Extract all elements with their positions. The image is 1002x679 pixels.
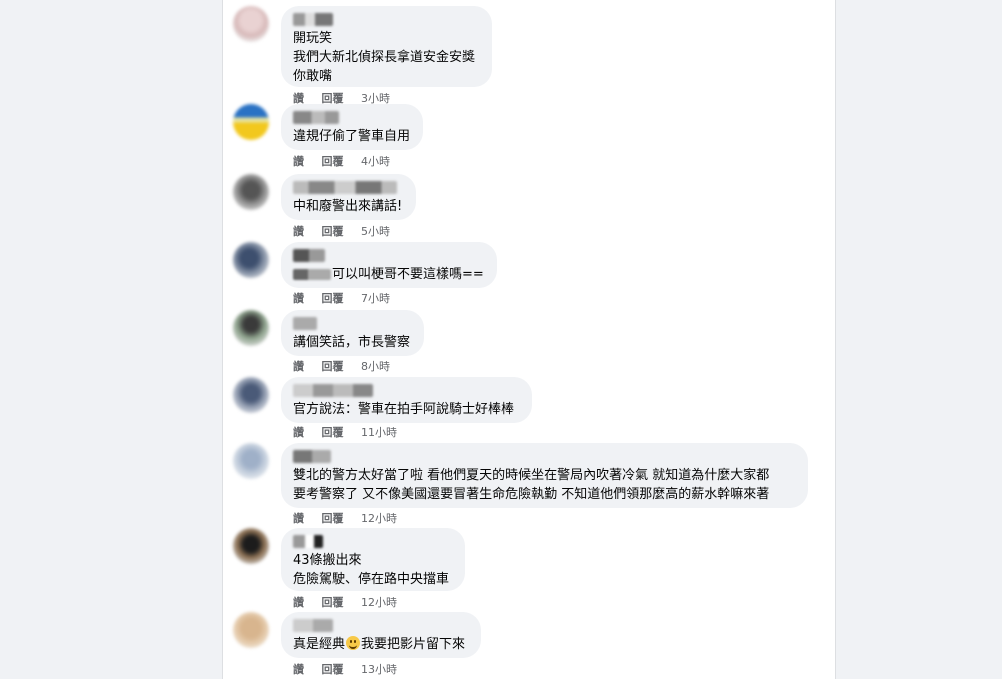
comment-text-line: 真是經典 我要把影片留下來 bbox=[293, 635, 469, 654]
comment-actions: 讚 回覆 11小時 bbox=[293, 424, 411, 440]
comment-actions: 讚 回覆 5小時 bbox=[293, 223, 404, 239]
comment-bubble: 真是經典 我要把影片留下來 bbox=[281, 612, 481, 658]
comment-actions: 讚 回覆 4小時 bbox=[293, 153, 404, 169]
like-button[interactable]: 讚 bbox=[293, 225, 304, 238]
comment-actions: 讚 回覆 8小時 bbox=[293, 358, 404, 374]
mentioned-name[interactable] bbox=[293, 269, 331, 280]
comment-actions: 讚 回覆 7小時 bbox=[293, 290, 404, 306]
like-button[interactable]: 讚 bbox=[293, 596, 304, 609]
avatar[interactable] bbox=[233, 443, 269, 479]
like-button[interactable]: 讚 bbox=[293, 663, 304, 676]
comments-panel: 開玩笑 我們大新北偵探長拿道安金安獎 你敢嘴 讚 回覆 3小時 違規仔偷了警車自… bbox=[222, 0, 836, 679]
comment-text: 你敢嘴 bbox=[293, 69, 333, 84]
comment-actions: 讚 回覆 12小時 bbox=[293, 594, 411, 610]
comment-bubble: 官方說法：警車在拍手阿說騎士好棒棒 bbox=[281, 377, 532, 423]
reply-button[interactable]: 回覆 bbox=[322, 512, 344, 525]
comment-bubble: 可以叫梗哥不要這樣嗎== bbox=[281, 242, 497, 288]
comment-time[interactable]: 5小時 bbox=[361, 225, 390, 238]
commenter-name[interactable] bbox=[293, 111, 339, 124]
reply-button[interactable]: 回覆 bbox=[322, 426, 344, 439]
comment-time[interactable]: 11小時 bbox=[361, 426, 397, 439]
comment-time[interactable]: 7小時 bbox=[361, 292, 390, 305]
comment-text: 官方說法：警車在拍手阿說騎士好棒棒 bbox=[293, 402, 515, 417]
reply-button[interactable]: 回覆 bbox=[322, 663, 344, 676]
commenter-name[interactable] bbox=[293, 317, 317, 330]
comment-text: 我們大新北偵探長拿道安金安獎 bbox=[293, 50, 476, 65]
commenter-name[interactable] bbox=[293, 619, 333, 632]
comment-text: 要考警察了 又不像美國還要冒著生命危險執勤 不知道他們領那麼高的薪水幹嘛來著 bbox=[293, 487, 770, 502]
commenter-name[interactable] bbox=[293, 535, 323, 548]
like-button[interactable]: 讚 bbox=[293, 426, 304, 439]
comment-time[interactable]: 13小時 bbox=[361, 663, 397, 676]
avatar[interactable] bbox=[233, 104, 269, 140]
avatar[interactable] bbox=[233, 377, 269, 413]
commenter-name[interactable] bbox=[293, 181, 397, 194]
comment-text: 雙北的警方太好當了啦 看他們夏天的時候坐在警局內吹著冷氣 就知道為什麼大家都 bbox=[293, 468, 770, 483]
avatar[interactable] bbox=[233, 310, 269, 346]
comment-text: 我要把影片留下來 bbox=[361, 637, 466, 652]
commenter-name[interactable] bbox=[293, 384, 373, 397]
like-button[interactable]: 讚 bbox=[293, 155, 304, 168]
reply-button[interactable]: 回覆 bbox=[322, 360, 344, 373]
reply-button[interactable]: 回覆 bbox=[322, 292, 344, 305]
comment-time[interactable]: 12小時 bbox=[361, 512, 397, 525]
avatar[interactable] bbox=[233, 174, 269, 210]
comment-bubble: 中和廢警出來講話! bbox=[281, 174, 416, 220]
like-button[interactable]: 讚 bbox=[293, 360, 304, 373]
comment-text-line: 可以叫梗哥不要這樣嗎== bbox=[293, 265, 485, 284]
comment-text: 43條搬出來 bbox=[293, 553, 362, 568]
comment-actions: 讚 回覆 13小時 bbox=[293, 661, 411, 677]
reply-button[interactable]: 回覆 bbox=[322, 155, 344, 168]
comment-bubble: 雙北的警方太好當了啦 看他們夏天的時候坐在警局內吹著冷氣 就知道為什麼大家都 要… bbox=[281, 443, 808, 508]
commenter-name[interactable] bbox=[293, 13, 333, 26]
comment-time[interactable]: 4小時 bbox=[361, 155, 390, 168]
comment-time[interactable]: 12小時 bbox=[361, 596, 397, 609]
comment-actions: 讚 回覆 12小時 bbox=[293, 510, 411, 526]
comment-bubble: 違規仔偷了警車自用 bbox=[281, 104, 423, 150]
comment-text: 開玩笑 bbox=[293, 31, 333, 46]
comment-bubble: 講個笑話，市長警察 bbox=[281, 310, 424, 356]
reply-button[interactable]: 回覆 bbox=[322, 596, 344, 609]
avatar[interactable] bbox=[233, 6, 269, 42]
comment-text: 中和廢警出來講話! bbox=[293, 199, 403, 214]
comment-text: 違規仔偷了警車自用 bbox=[293, 129, 411, 144]
comment-bubble: 43條搬出來 危險駕駛、停在路中央擋車 bbox=[281, 528, 465, 591]
like-button[interactable]: 讚 bbox=[293, 292, 304, 305]
comment-text: 危險駕駛、停在路中央擋車 bbox=[293, 572, 450, 587]
reply-button[interactable]: 回覆 bbox=[322, 225, 344, 238]
comment-bubble: 開玩笑 我們大新北偵探長拿道安金安獎 你敢嘴 bbox=[281, 6, 492, 87]
avatar[interactable] bbox=[233, 528, 269, 564]
commenter-name[interactable] bbox=[293, 450, 331, 463]
comment-text: 真是經典 bbox=[293, 637, 346, 652]
grinning-face-icon bbox=[346, 636, 361, 650]
commenter-name[interactable] bbox=[293, 249, 325, 262]
comment-text: 講個笑話，市長警察 bbox=[293, 335, 411, 350]
comment-time[interactable]: 8小時 bbox=[361, 360, 390, 373]
comment-text: 可以叫梗哥不要這樣嗎== bbox=[332, 267, 484, 282]
like-button[interactable]: 讚 bbox=[293, 512, 304, 525]
avatar[interactable] bbox=[233, 242, 269, 278]
avatar[interactable] bbox=[233, 612, 269, 648]
